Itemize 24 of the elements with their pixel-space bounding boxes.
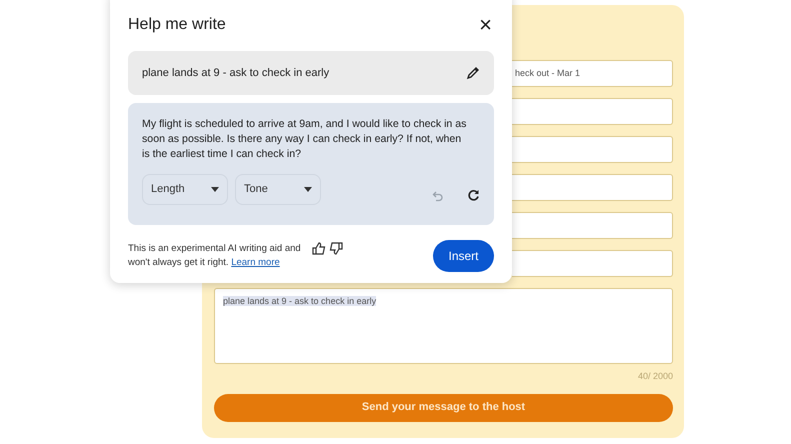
learn-more-link[interactable]: Learn more xyxy=(231,257,280,268)
pencil-icon[interactable] xyxy=(466,66,480,80)
caret-icon xyxy=(211,186,219,192)
thumbs-up-icon[interactable] xyxy=(312,242,326,255)
caret-icon xyxy=(304,186,312,192)
input-field[interactable]: heck out - Mar 1 xyxy=(512,60,673,87)
thumbs-down-icon[interactable] xyxy=(329,242,343,255)
input-field[interactable] xyxy=(512,174,673,201)
input-field[interactable] xyxy=(512,98,673,125)
prompt-box[interactable]: plane lands at 9 - ask to check in early xyxy=(128,51,494,95)
input-field[interactable] xyxy=(512,212,673,239)
message-field[interactable]: plane lands at 9 - ask to check in early xyxy=(214,288,673,364)
dropdown-button[interactable]: Length xyxy=(142,174,228,204)
selected-text: plane lands at 9 - ask to check in early xyxy=(223,296,376,306)
input-field[interactable] xyxy=(512,250,673,277)
character-counter: 40/ 2000 xyxy=(638,370,673,383)
close-button[interactable]: × xyxy=(477,14,494,36)
response-text: My flight is scheduled to arrive at 9am, and I would like to check in as soon as possible. Is there any way I can check in early? If not, when is the earliest time I can check in? xyxy=(142,117,468,162)
dropdown-button[interactable]: Tone xyxy=(235,174,321,204)
disclaimer-text: This is an experimental AI writing aid and won't always get it right. Learn more xyxy=(128,242,302,270)
dialog-title: Help me write xyxy=(128,15,226,35)
insert-button[interactable]: Insert xyxy=(433,240,494,272)
input-field[interactable] xyxy=(512,136,673,163)
prompt-text: plane lands at 9 - ask to check in early xyxy=(142,66,330,81)
